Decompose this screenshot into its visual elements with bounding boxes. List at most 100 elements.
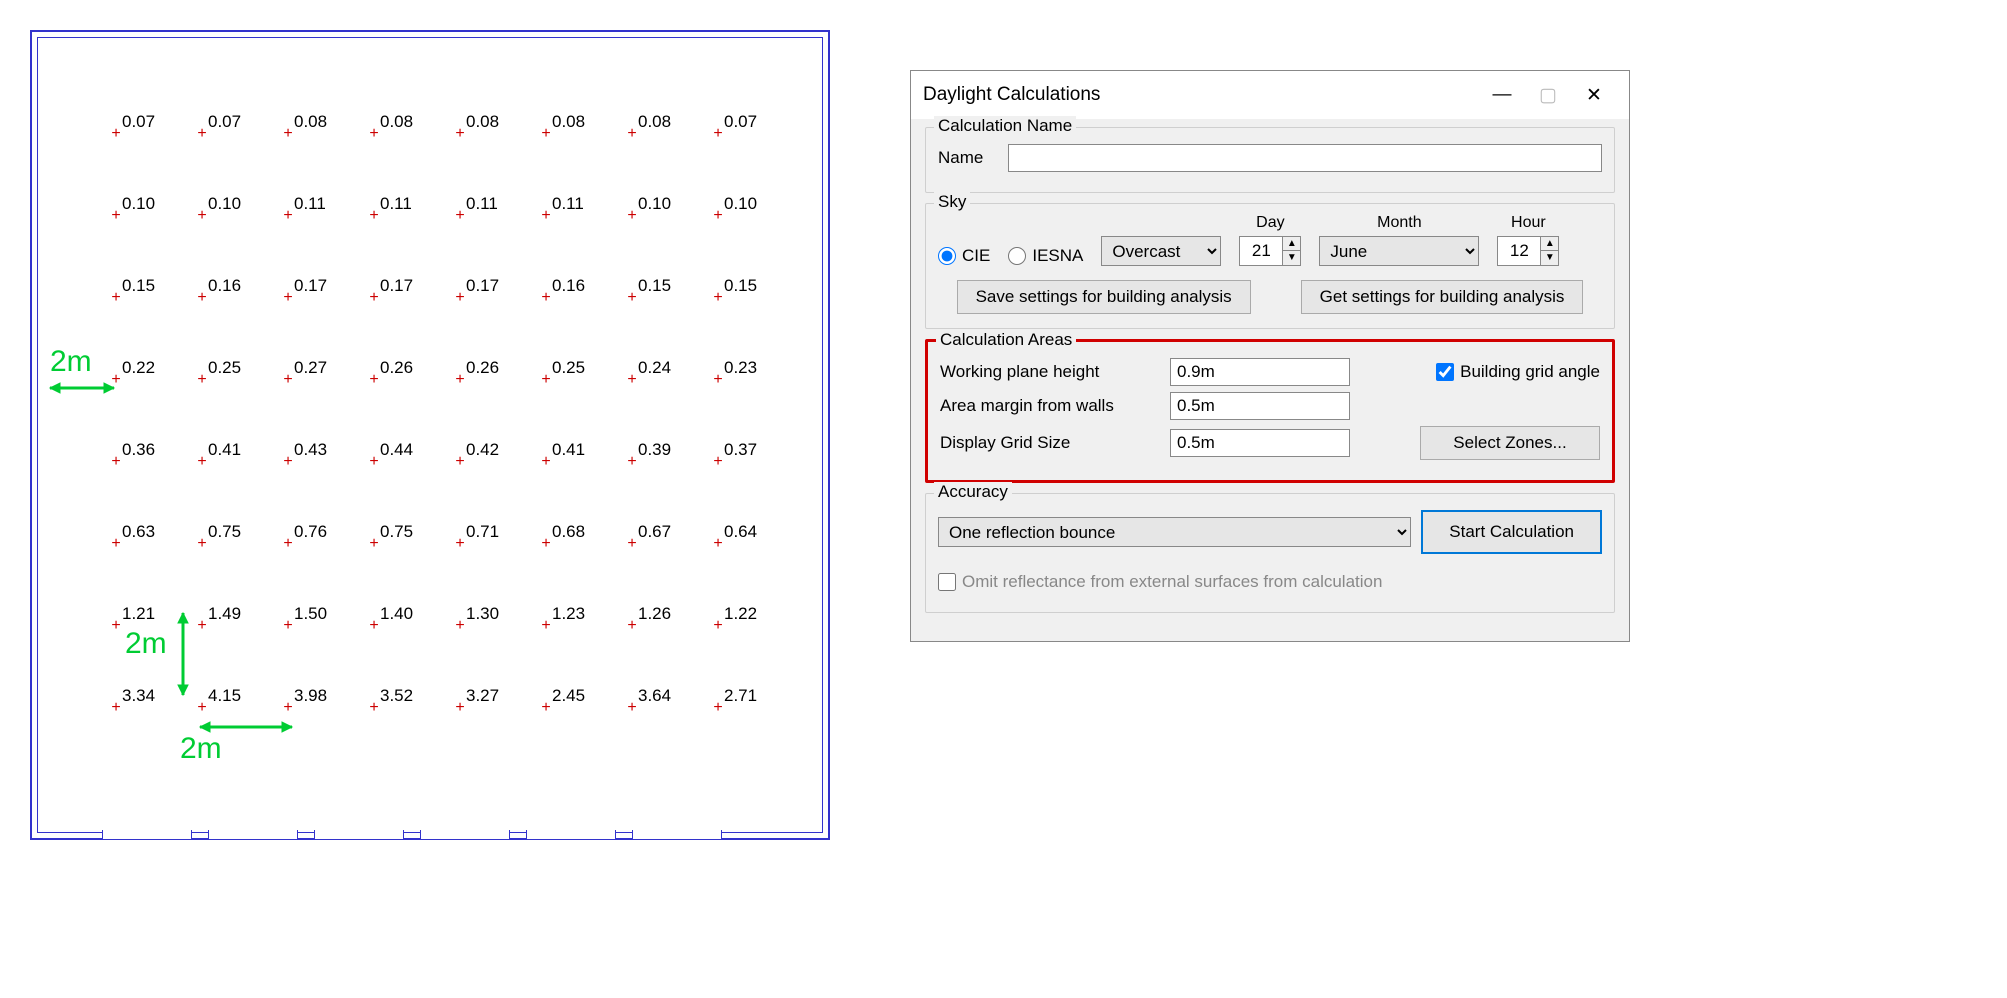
grid-cross-icon: + xyxy=(713,207,722,225)
grid-cross-icon: + xyxy=(283,125,292,143)
grid-value: 0.11 xyxy=(294,194,349,214)
grid-value: 1.30 xyxy=(466,604,521,624)
wph-label: Working plane height xyxy=(940,362,1160,382)
grid-cross-icon: + xyxy=(541,371,550,389)
grid-cross-icon: + xyxy=(455,617,464,635)
get-settings-button[interactable]: Get settings for building analysis xyxy=(1301,280,1584,314)
day-spinner[interactable]: ▲▼ xyxy=(1239,236,1301,266)
name-input[interactable] xyxy=(1008,144,1602,172)
omit-reflectance-input[interactable] xyxy=(938,573,956,591)
grid-cross-icon: + xyxy=(627,453,636,471)
grid-value: 0.16 xyxy=(208,276,263,296)
grid-size-input[interactable] xyxy=(1170,429,1350,457)
grid-cross-icon: + xyxy=(283,371,292,389)
grid-cross-icon: + xyxy=(283,289,292,307)
grid-value: 0.10 xyxy=(122,194,177,214)
grid-value: 0.25 xyxy=(208,358,263,378)
grid-cross-icon: + xyxy=(283,535,292,553)
grid-cross-icon: + xyxy=(627,289,636,307)
grid-value: 3.98 xyxy=(294,686,349,706)
grid-value: 0.44 xyxy=(380,440,435,460)
group-accuracy: Accuracy One reflection bounce Start Cal… xyxy=(925,493,1615,613)
grid-value: 0.17 xyxy=(466,276,521,296)
grid-cross-icon: + xyxy=(369,617,378,635)
grid-size-label: Display Grid Size xyxy=(940,433,1160,453)
accuracy-select[interactable]: One reflection bounce xyxy=(938,517,1411,547)
radio-iesna-input[interactable] xyxy=(1008,247,1026,265)
grid-cross-icon: + xyxy=(197,535,206,553)
select-zones-button[interactable]: Select Zones... xyxy=(1420,426,1600,460)
grid-value: 0.10 xyxy=(724,194,779,214)
grid-cross-icon: + xyxy=(283,617,292,635)
day-input[interactable] xyxy=(1240,237,1282,265)
grid-cross-icon: + xyxy=(369,699,378,717)
grid-cross-icon: + xyxy=(455,453,464,471)
grid-cross-icon: + xyxy=(713,617,722,635)
grid-value: 0.22 xyxy=(122,358,177,378)
wall-segment xyxy=(632,830,722,840)
grid-value: 0.17 xyxy=(380,276,435,296)
grid-cross-icon: + xyxy=(713,371,722,389)
grid-value: 0.08 xyxy=(638,112,693,132)
grid-cross-icon: + xyxy=(111,289,120,307)
grid-cross-icon: + xyxy=(111,125,120,143)
save-settings-button[interactable]: Save settings for building analysis xyxy=(957,280,1251,314)
dialog-title: Daylight Calculations xyxy=(923,84,1100,106)
grid-cross-icon: + xyxy=(713,453,722,471)
plan-inner-border xyxy=(37,37,823,833)
wall-segment xyxy=(102,830,192,840)
dim-label-vert: 2m xyxy=(125,627,167,661)
grid-cross-icon: + xyxy=(455,535,464,553)
grid-angle-checkbox[interactable]: Building grid angle xyxy=(1436,362,1600,382)
grid-cross-icon: + xyxy=(455,699,464,717)
grid-cross-icon: + xyxy=(455,371,464,389)
grid-value: 0.64 xyxy=(724,522,779,542)
wall-segment xyxy=(314,830,404,840)
grid-cross-icon: + xyxy=(541,699,550,717)
hour-input[interactable] xyxy=(1498,237,1540,265)
start-calculation-button[interactable]: Start Calculation xyxy=(1421,510,1602,554)
dialog-titlebar: Daylight Calculations — ▢ ✕ xyxy=(911,71,1629,119)
month-header: Month xyxy=(1319,214,1479,232)
omit-reflectance-checkbox[interactable]: Omit reflectance from external surfaces … xyxy=(938,572,1382,592)
radio-cie-input[interactable] xyxy=(938,247,956,265)
radio-cie[interactable]: CIE xyxy=(938,246,990,266)
radio-iesna[interactable]: IESNA xyxy=(1008,246,1083,266)
grid-angle-input[interactable] xyxy=(1436,363,1454,381)
grid-cross-icon: + xyxy=(627,699,636,717)
grid-cross-icon: + xyxy=(197,289,206,307)
grid-value: 0.67 xyxy=(638,522,693,542)
grid-cross-icon: + xyxy=(197,125,206,143)
grid-value: 3.34 xyxy=(122,686,177,706)
grid-cross-icon: + xyxy=(627,535,636,553)
grid-value: 0.16 xyxy=(552,276,607,296)
grid-value: 0.71 xyxy=(466,522,521,542)
wall-segment xyxy=(208,830,298,840)
grid-cross-icon: + xyxy=(369,371,378,389)
hour-spinner[interactable]: ▲▼ xyxy=(1497,236,1559,266)
window-minimize-button[interactable]: — xyxy=(1479,79,1525,111)
grid-cross-icon: + xyxy=(541,289,550,307)
grid-value: 0.42 xyxy=(466,440,521,460)
grid-cross-icon: + xyxy=(455,125,464,143)
margin-label: Area margin from walls xyxy=(940,396,1160,416)
group-calc-areas: Calculation Areas Working plane height B… xyxy=(925,339,1615,483)
grid-value: 0.24 xyxy=(638,358,693,378)
group-calc-name: Calculation Name Name xyxy=(925,127,1615,193)
grid-value: 0.37 xyxy=(724,440,779,460)
grid-cross-icon: + xyxy=(541,207,550,225)
grid-value: 0.23 xyxy=(724,358,779,378)
grid-value: 3.64 xyxy=(638,686,693,706)
grid-cross-icon: + xyxy=(369,535,378,553)
month-select[interactable]: June xyxy=(1319,236,1479,266)
sky-type-select[interactable]: Overcast xyxy=(1101,236,1221,266)
daylight-dialog: Daylight Calculations — ▢ ✕ Calculation … xyxy=(910,70,1630,642)
grid-cross-icon: + xyxy=(283,207,292,225)
window-close-button[interactable]: ✕ xyxy=(1571,79,1617,111)
dim-arrow-vert xyxy=(175,609,191,699)
grid-value: 2.71 xyxy=(724,686,779,706)
margin-input[interactable] xyxy=(1170,392,1350,420)
grid-value: 0.26 xyxy=(380,358,435,378)
group-label-calc-areas: Calculation Areas xyxy=(936,330,1076,350)
wph-input[interactable] xyxy=(1170,358,1350,386)
